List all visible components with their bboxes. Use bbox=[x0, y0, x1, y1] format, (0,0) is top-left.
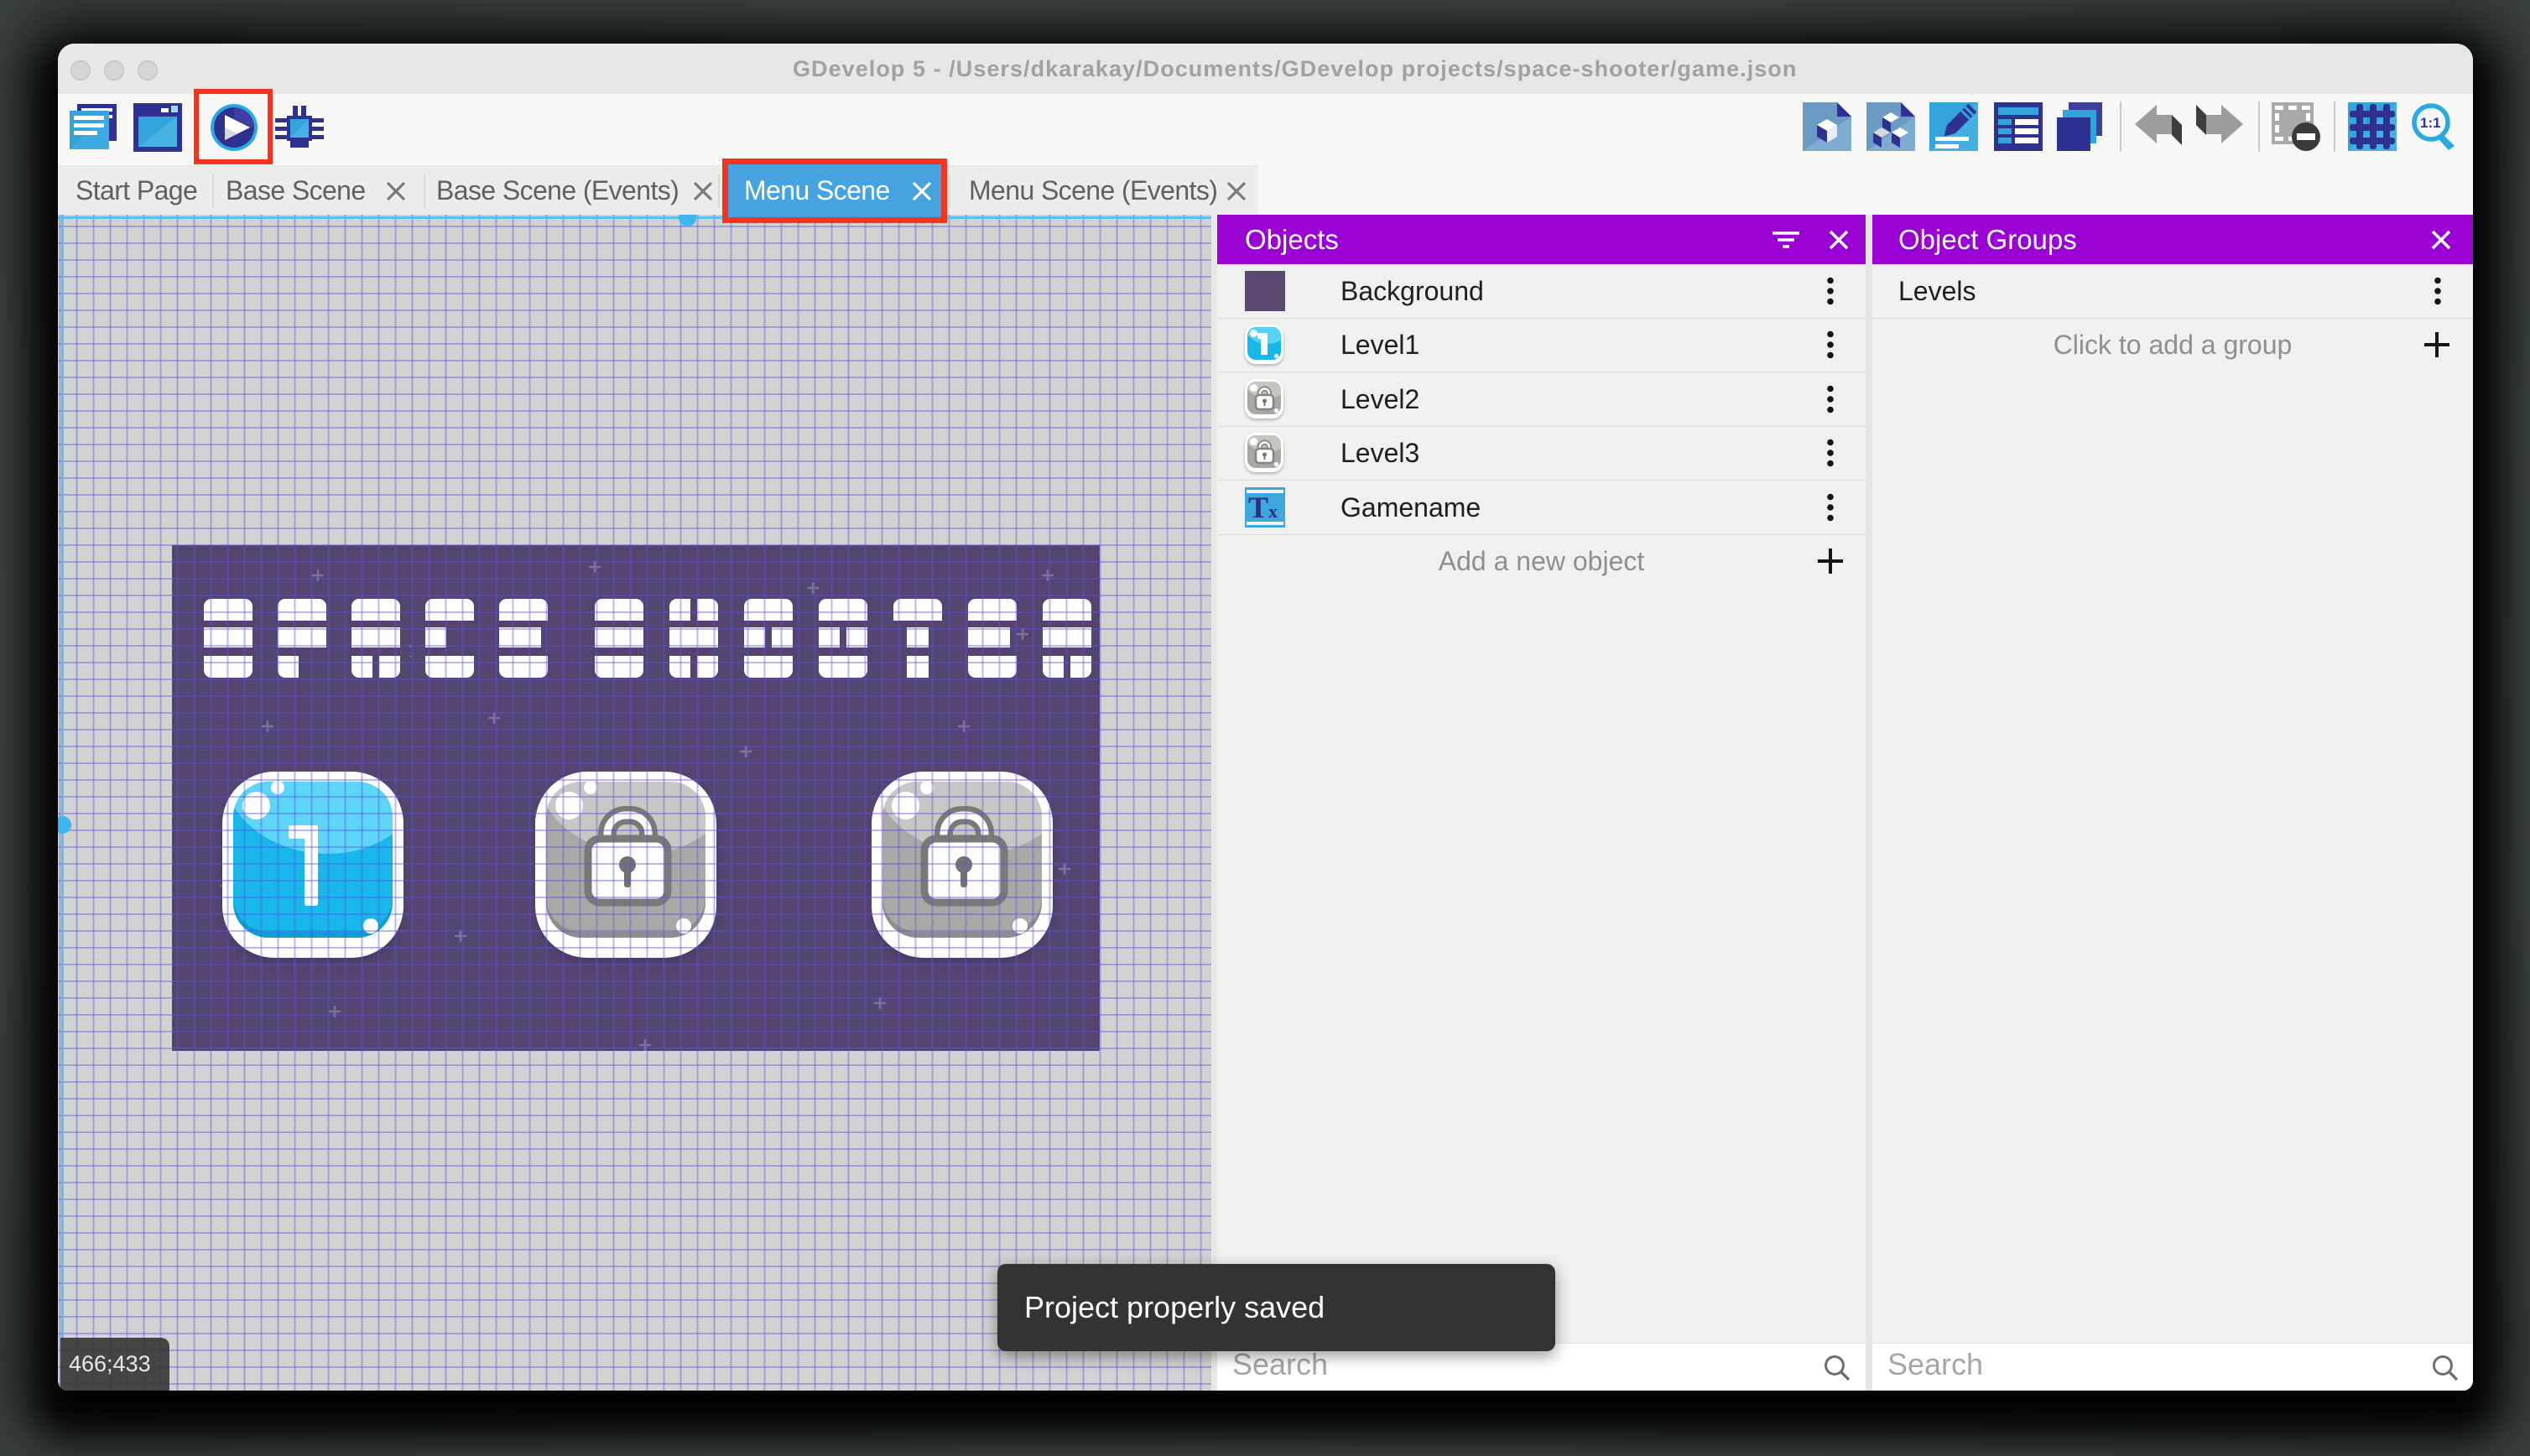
svg-text:1:1: 1:1 bbox=[2420, 115, 2441, 131]
